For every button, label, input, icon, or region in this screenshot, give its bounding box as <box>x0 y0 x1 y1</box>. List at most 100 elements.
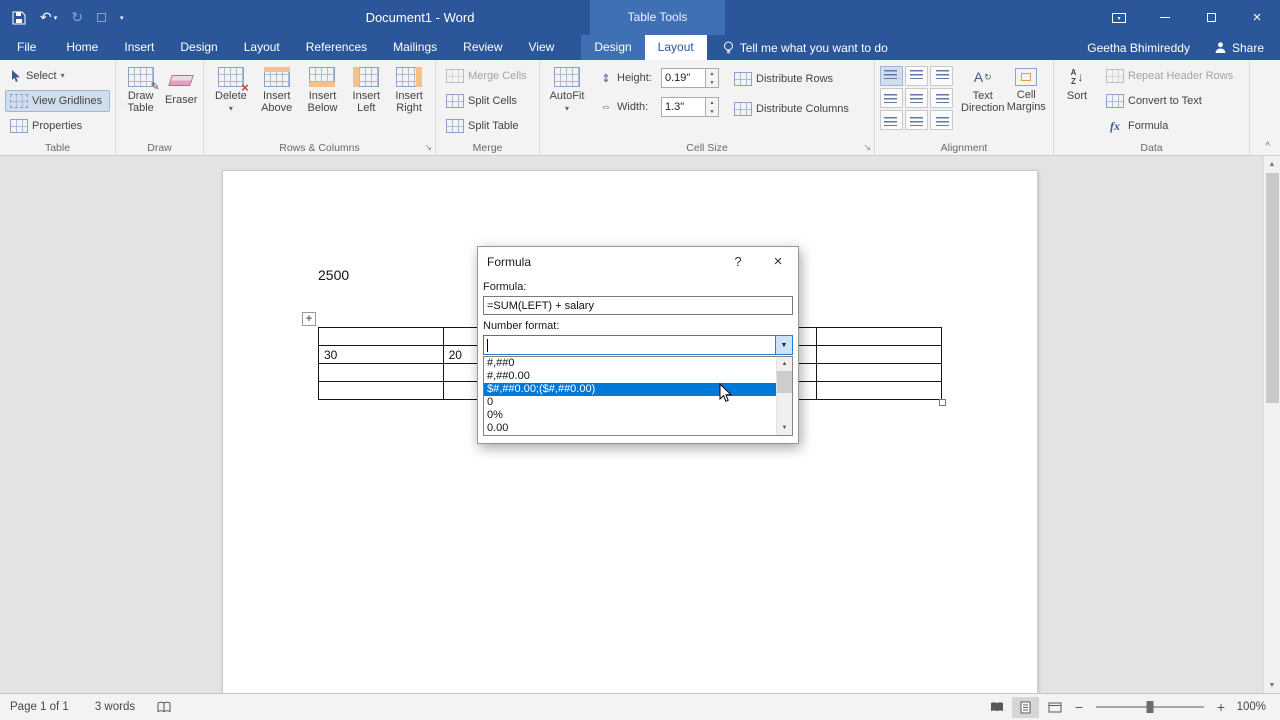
dropdown-scroll-up-icon[interactable]: ▲ <box>777 357 792 371</box>
table-cell[interactable] <box>816 327 942 346</box>
sort-button[interactable]: A Z ↓ Sort <box>1059 63 1095 102</box>
tab-view[interactable]: View <box>516 35 568 60</box>
user-name[interactable]: Geetha Bhimireddy <box>1087 41 1190 55</box>
customize-qat-button[interactable]: ▾ <box>120 14 124 22</box>
dialog-close-button[interactable]: × <box>758 247 798 276</box>
zoom-out-button[interactable]: − <box>1068 699 1090 715</box>
row-height-value[interactable]: 0.19" <box>662 69 705 87</box>
table-cell[interactable] <box>816 345 942 364</box>
text-direction-button[interactable]: A ↻ Text Direction <box>961 63 1005 114</box>
vertical-scrollbar[interactable]: ▲ ▼ <box>1263 156 1280 693</box>
insert-above-button[interactable]: Insert Above <box>255 63 299 114</box>
tab-home[interactable]: Home <box>53 35 111 60</box>
view-gridlines-button[interactable]: View Gridlines <box>5 90 110 112</box>
tab-layout[interactable]: Layout <box>231 35 293 60</box>
draw-table-button[interactable]: Draw Table <box>121 63 160 114</box>
read-mode-button[interactable] <box>983 697 1010 718</box>
tab-references[interactable]: References <box>293 35 380 60</box>
tab-table-tools-design[interactable]: Design <box>581 35 644 60</box>
word-count[interactable]: 3 words <box>95 701 135 713</box>
row-height-stepper[interactable]: ▲ ▼ <box>705 69 718 87</box>
zoom-in-button[interactable]: + <box>1210 699 1232 715</box>
web-layout-button[interactable] <box>1041 697 1068 718</box>
table-properties-button[interactable]: Properties <box>5 115 110 137</box>
zoom-slider-thumb[interactable] <box>1146 701 1154 713</box>
save-button[interactable] <box>12 11 26 25</box>
table-cell[interactable] <box>318 327 444 346</box>
minimize-button[interactable] <box>1142 0 1188 35</box>
row-height-field[interactable]: 0.19" ▲ ▼ <box>661 68 719 88</box>
number-format-input[interactable] <box>484 336 775 354</box>
number-format-option[interactable]: #,##0.00 <box>484 370 776 383</box>
split-table-button[interactable]: Split Table <box>441 115 534 137</box>
table-resize-handle[interactable] <box>939 399 946 406</box>
combobox-dropdown-button[interactable]: ▼ <box>775 336 792 354</box>
column-width-field[interactable]: 1.3" ▲ ▼ <box>661 97 719 117</box>
tab-design[interactable]: Design <box>167 35 230 60</box>
delete-button[interactable]: Delete ▾ <box>209 63 253 113</box>
number-format-option[interactable]: 0.00 <box>484 422 776 435</box>
cell-margins-button[interactable]: Cell Margins <box>1005 63 1049 113</box>
align-bottom-left-button[interactable] <box>880 110 903 130</box>
table-move-handle-icon[interactable]: + <box>302 312 316 326</box>
stepper-down-icon[interactable]: ▼ <box>706 78 718 87</box>
align-top-left-button[interactable] <box>880 66 903 86</box>
autofit-button[interactable]: AutoFit ▾ <box>545 63 589 113</box>
align-top-center-button[interactable] <box>905 66 928 86</box>
cell-size-dialog-launcher-icon[interactable]: ↘ <box>863 142 871 153</box>
scrollbar-thumb[interactable] <box>1265 173 1279 403</box>
zoom-level[interactable]: 100% <box>1232 701 1280 713</box>
align-center-right-button[interactable] <box>930 88 953 108</box>
dropdown-scrollbar-thumb[interactable] <box>777 371 792 393</box>
rows-columns-dialog-launcher-icon[interactable]: ↘ <box>424 142 432 153</box>
tab-review[interactable]: Review <box>450 35 515 60</box>
dialog-titlebar[interactable]: Formula ? × <box>478 247 798 276</box>
stepper-up-icon[interactable]: ▲ <box>706 98 718 107</box>
table-cell[interactable] <box>318 363 444 382</box>
number-format-option[interactable]: 0% <box>484 409 776 422</box>
tell-me-box[interactable]: Tell me what you want to do <box>723 35 888 60</box>
tab-file[interactable]: File <box>0 35 53 60</box>
split-cells-button[interactable]: Split Cells <box>441 90 534 112</box>
table-cell[interactable] <box>318 381 444 400</box>
close-button[interactable]: × <box>1234 0 1280 35</box>
tab-mailings[interactable]: Mailings <box>380 35 450 60</box>
collapse-ribbon-icon[interactable]: ^ <box>1265 141 1270 152</box>
insert-right-button[interactable]: Insert Right <box>388 63 430 114</box>
undo-button[interactable]: ↶ ▾ <box>40 9 57 26</box>
align-top-right-button[interactable] <box>930 66 953 86</box>
number-format-option[interactable]: $#,##0.00;($#,##0.00) <box>484 383 776 396</box>
align-bottom-right-button[interactable] <box>930 110 953 130</box>
column-width-value[interactable]: 1.3" <box>662 98 705 116</box>
ribbon-display-options-button[interactable]: ▾ <box>1096 0 1142 35</box>
dropdown-scrollbar[interactable]: ▲ ▼ <box>776 357 792 435</box>
share-button[interactable]: Share <box>1204 41 1274 55</box>
column-width-stepper[interactable]: ▲ ▼ <box>705 98 718 116</box>
scroll-up-icon[interactable]: ▲ <box>1264 156 1280 172</box>
print-layout-button[interactable] <box>1012 696 1039 718</box>
stepper-up-icon[interactable]: ▲ <box>706 69 718 78</box>
select-button[interactable]: Select ▾ <box>5 65 110 87</box>
number-format-option[interactable]: #,##0 <box>484 357 776 370</box>
page-indicator[interactable]: Page 1 of 1 <box>10 701 69 713</box>
number-format-option[interactable]: 0 <box>484 396 776 409</box>
tab-insert[interactable]: Insert <box>111 35 167 60</box>
table-cell[interactable] <box>816 381 942 400</box>
table-cell[interactable]: 30 <box>318 345 444 364</box>
eraser-button[interactable]: Eraser <box>164 63 198 106</box>
stepper-down-icon[interactable]: ▼ <box>706 107 718 116</box>
align-bottom-center-button[interactable] <box>905 110 928 130</box>
proofing-status-icon[interactable] <box>157 701 172 714</box>
number-format-combobox[interactable]: ▼ <box>483 335 793 355</box>
distribute-columns-button[interactable]: Distribute Columns <box>729 100 854 118</box>
dropdown-scroll-down-icon[interactable]: ▼ <box>777 421 792 435</box>
dialog-help-button[interactable]: ? <box>718 247 758 276</box>
scroll-down-icon[interactable]: ▼ <box>1264 677 1280 693</box>
document-text[interactable]: 2500 <box>318 267 349 283</box>
insert-below-button[interactable]: Insert Below <box>301 63 345 114</box>
distribute-rows-button[interactable]: Distribute Rows <box>729 70 854 88</box>
formula-button[interactable]: fx Formula <box>1101 115 1238 137</box>
maximize-button[interactable] <box>1188 0 1234 35</box>
align-center-button[interactable] <box>905 88 928 108</box>
tab-table-tools-layout[interactable]: Layout <box>644 35 707 60</box>
